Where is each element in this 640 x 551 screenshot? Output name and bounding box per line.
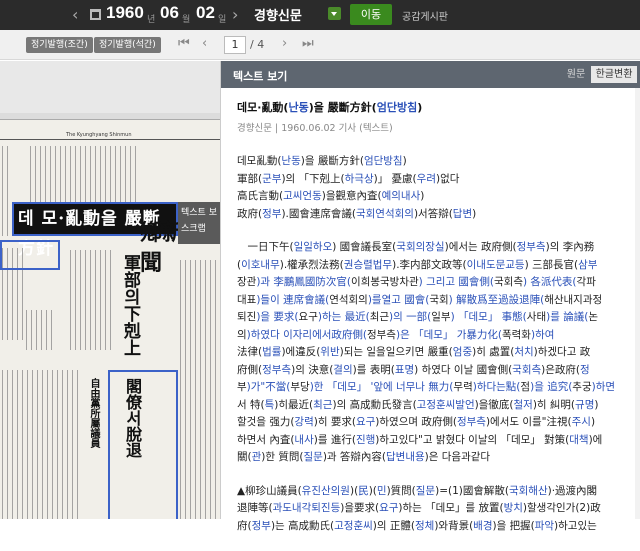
day-unit: 일	[218, 15, 227, 25]
newspaper-name[interactable]: 경향신문	[254, 5, 302, 24]
year-value[interactable]: 1960	[106, 3, 144, 23]
column-headline-c: 自由黨所屬議員	[88, 378, 99, 448]
month-unit: 월	[182, 15, 191, 25]
prev-page-icon[interactable]: ‹	[202, 36, 207, 51]
next-date-icon[interactable]: ›	[232, 5, 238, 24]
newspaper-viewer[interactable]: The Kyunghyang Shinmun 데 모·亂動을 嚴斷方針 鄕新聞 …	[0, 61, 220, 519]
article-line: 軍部(군부)의 「下剋上(하극상)」 憂慮(우려)없다	[237, 172, 460, 185]
article-content: 데모·亂動(난동)을 嚴斷方針(엄단방침) 경향신문 | 1960.06.02 …	[237, 99, 640, 551]
newspaper-header-rule: The Kyunghyang Shinmun	[0, 132, 220, 140]
top-navigation-bar: ‹ 1960 년 06 월 02 일 › 경향신문 이동 공감게시판	[0, 0, 640, 30]
year-unit: 년	[147, 15, 156, 25]
text-view-popup[interactable]: 텍스트 보 스크랩	[178, 202, 220, 244]
text-column	[30, 146, 140, 204]
panel-title: 텍스트 보기	[233, 70, 288, 83]
article-line: 의)하였다 이자리에서政府側(정부측)은 「데모」 가暴力化(폭력화)하여	[237, 328, 555, 341]
article-line: 서 特(특)히最近(최근)의 高成勳氏發言(고정훈씨발언)을徹底(철저)히 糾明…	[237, 398, 599, 411]
column-headline-a: 軍部의下剋上	[120, 254, 140, 356]
column-headline-b: 閣僚서脫退	[123, 378, 142, 458]
prev-date-icon[interactable]: ‹	[72, 5, 78, 24]
article-line: ▲柳珍山議員(유진산의원)(民)(민)質問(질문)=(1)國會解散(국회해산)·…	[237, 484, 598, 497]
article-line: (이호내무).權承烈法務(권승렬법무).李内部文政等(이내도문교등) 三部長官(…	[237, 258, 598, 271]
article-line: 부)가"不當(부당)한 「데모」 '앞에 너무나 無力(무력)하다는點(점)을 …	[237, 381, 616, 393]
hangul-convert-button[interactable]: 한글변환	[591, 66, 637, 83]
article-line: 대표)들이 連席會議(연석회의)를열고 國會(국회) 解散爲至過設退陣(해산내지…	[237, 293, 603, 306]
article-body-qa: ▲柳珍山議員(유진산의원)(民)(민)質問(질문)=(1)國會解散(국회해산)·…	[237, 483, 640, 536]
article-line: 데모亂動(난동)을 嚴斷方針(엄단방침)	[237, 155, 407, 167]
text-column	[2, 146, 10, 236]
article-body: 一日下午(일일하오) 國會議長室(국회의장실)에서는 政府側(정부측)의 李內務…	[237, 239, 640, 467]
article-line: 法律(법률)에違反(위반)되는 일을일으키면 嚴重(엄중)히 處置(처치)하겠다…	[237, 346, 591, 358]
original-text-button[interactable]: 원문	[563, 66, 589, 83]
panel-header: 텍스트 보기 원문 한글변환	[221, 61, 640, 88]
viewer-header	[0, 61, 220, 113]
total-pages: / 4	[250, 38, 265, 51]
board-link[interactable]: 공감게시판	[402, 8, 448, 23]
article-line: 退陣等(과도내각퇴진등)을要求(요구)하는 「데모」를 放置(방치)할생각인가(…	[237, 502, 601, 514]
article-line: 一日下午(일일하오) 國會議長室(국회의장실)에서는 政府側(정부측)의 李內務	[237, 241, 595, 253]
newspaper-dropdown-icon[interactable]	[328, 7, 341, 20]
text-column	[26, 310, 52, 350]
page-toolbar: 정기발행(조간) 정기발행(석간) ⏮ ‹ 1 / 4 › ⏭	[0, 30, 640, 60]
popup-text-view[interactable]: 텍스트 보	[181, 205, 219, 221]
article-line: 政府(정부).國會連席會議(국회연석회의)서答辯(답변)	[237, 207, 477, 220]
day-value[interactable]: 02	[196, 3, 215, 23]
first-page-icon[interactable]: ⏮	[178, 36, 190, 51]
next-page-icon[interactable]: ›	[282, 36, 287, 51]
text-column	[180, 260, 216, 519]
article-headline: 데모·亂動(난동)을 嚴斷方針(엄단방침)	[237, 101, 423, 114]
go-button[interactable]: 이동	[350, 4, 392, 25]
tab-morning-edition[interactable]: 정기발행(조간)	[26, 37, 93, 53]
article-line: 할것을 强力(강력)히 要求(요구)하였으며 政府側(정부측)에서도 이를"注視…	[237, 416, 596, 428]
article-line: 高氏言動(고씨언동)을觀意內査(예의내사)	[237, 190, 425, 202]
article-line: 府(정부)는 高成勳氏(고정훈씨)의 正體(정체)와背景(배경)을 把握(파악)…	[237, 519, 597, 532]
text-column	[70, 250, 114, 350]
article-lead: 데모亂動(난동)을 嚴斷方針(엄단방침) 軍部(군부)의 「下剋上(하극상)」 憂…	[237, 153, 640, 223]
article-meta: 경향신문 | 1960.06.02 기사 (텍스트)	[237, 122, 393, 134]
article-line: 장관)과 李鵬鳳國防次官(이희봉국방차관) 그리고 國會側(국회측) 各派代表(…	[237, 276, 596, 288]
tab-evening-edition[interactable]: 정기발행(석간)	[94, 37, 161, 53]
calendar-icon[interactable]	[90, 9, 101, 20]
text-view-panel: 텍스트 보기 원문 한글변환 데모·亂動(난동)을 嚴斷方針(엄단방침) 경향신…	[220, 61, 640, 532]
article-line: 하면서 內査(내사)를 進行(진행)하고있다"고 밝혔다 이날의 「데모」 對策…	[237, 433, 603, 446]
article-line: 퇴진)을 要求(요구)하는 最近(최근)의 一部(일부) 「데모」 事態(사태)…	[237, 311, 598, 323]
article-highlight-box[interactable]	[0, 240, 60, 270]
article-line: 府側(정부측)의 決意(결의)를 表明(표명) 하였다 이날 國會側(국회측)은…	[237, 363, 590, 376]
newspaper-page-image[interactable]: The Kyunghyang Shinmun 데 모·亂動을 嚴斷方針 鄕新聞 …	[0, 119, 220, 519]
article-line: 關(관)한 質問(질문)과 答辯內容(답변내용)은 다음과같다	[237, 451, 491, 463]
text-column	[2, 370, 82, 519]
month-value[interactable]: 06	[160, 3, 179, 23]
page-number-input[interactable]: 1	[224, 36, 246, 54]
popup-scrap[interactable]: 스크랩	[181, 221, 219, 237]
last-page-icon[interactable]: ⏭	[302, 36, 314, 51]
